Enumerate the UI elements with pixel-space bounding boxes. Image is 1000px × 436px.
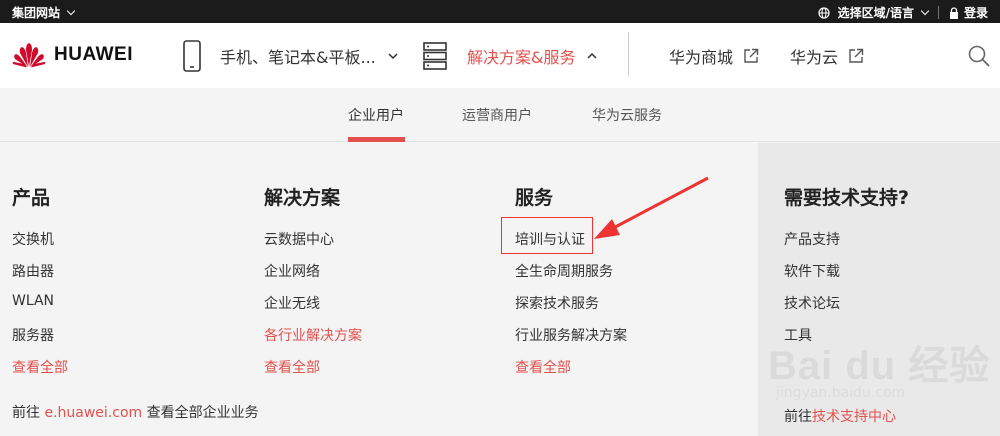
solutions-view-all-link[interactable]: 查看全部 — [264, 357, 320, 377]
highlight-box — [501, 217, 593, 254]
tab-enterprise[interactable]: 企业用户 — [348, 88, 404, 142]
watermark-text: Bai du 经验 — [768, 344, 991, 388]
server-icon — [423, 41, 447, 70]
nav-divider — [628, 32, 629, 76]
nav-mall-label: 华为商城 — [669, 47, 734, 67]
chevron-down-icon — [66, 6, 76, 15]
search-icon[interactable] — [968, 45, 990, 67]
nav-devices[interactable]: 手机、笔记本&平板... — [182, 23, 398, 88]
products-heading: 产品 — [12, 187, 51, 209]
e-huawei-link[interactable]: e.huawei.com — [44, 405, 142, 421]
baidu-jingyan-watermark: Bai du 经验 jingyan.baidu.com — [768, 333, 998, 433]
menu-link-industry-solutions[interactable]: 各行业解决方案 — [264, 325, 362, 345]
active-tab-indicator — [348, 137, 405, 142]
nav-solutions[interactable]: 解决方案&服务 — [423, 23, 598, 88]
services-view-all-link[interactable]: 查看全部 — [515, 357, 571, 377]
nav-mall[interactable]: 华为商城 — [669, 23, 759, 88]
group-site-selector[interactable]: 集团网站 — [12, 4, 76, 21]
menu-link-explore-tech-services[interactable]: 探索技术服务 — [515, 293, 599, 313]
menu-link-tech-forum[interactable]: 技术论坛 — [784, 293, 840, 313]
brand-name: HUAWEI — [54, 44, 133, 65]
menu-link-wlan[interactable]: WLAN — [12, 293, 54, 309]
nav-solutions-label: 解决方案&服务 — [467, 47, 576, 67]
menu-link-cloud-dc[interactable]: 云数据中心 — [264, 229, 334, 249]
footer-prefix: 前往 — [12, 405, 40, 421]
phone-icon — [182, 39, 202, 72]
nav-devices-label: 手机、笔记本&平板... — [220, 47, 376, 67]
chevron-down-icon — [388, 52, 398, 59]
annotation-arrow — [594, 176, 709, 239]
enterprise-footer-note: 前往 e.huawei.com 查看全部企业业务 — [12, 402, 259, 422]
nav-cloud-label: 华为云 — [790, 47, 839, 67]
login-link[interactable]: 登录 — [964, 4, 988, 21]
globe-icon — [817, 6, 830, 19]
footer-suffix: 查看全部企业业务 — [146, 405, 259, 421]
menu-link-software-download[interactable]: 软件下载 — [784, 261, 840, 281]
tab-carrier[interactable]: 运营商用户 — [462, 88, 532, 142]
menu-link-enterprise-network[interactable]: 企业网络 — [264, 261, 320, 281]
lock-icon — [949, 6, 959, 19]
support-heading: 需要技术支持? — [784, 187, 910, 209]
external-link-icon — [743, 48, 759, 64]
tab-huawei-cloud-services[interactable]: 华为云服务 — [592, 88, 662, 142]
products-view-all-link[interactable]: 查看全部 — [12, 357, 68, 377]
external-link-icon — [848, 48, 864, 64]
menu-link-server[interactable]: 服务器 — [12, 325, 54, 345]
nav-cloud[interactable]: 华为云 — [790, 23, 864, 88]
main-nav: HUAWEI 手机、笔记本&平板... 解决方案&服务 华为商城 华为云 — [0, 23, 1000, 88]
group-site-label: 集团网站 — [12, 6, 61, 20]
menu-link-switch[interactable]: 交换机 — [12, 229, 54, 249]
chevron-up-icon — [587, 52, 598, 59]
menu-link-industry-service-solutions[interactable]: 行业服务解决方案 — [515, 325, 627, 345]
audience-tabs: 企业用户 运营商用户 华为云服务 — [0, 88, 1000, 142]
huawei-flower-icon — [12, 43, 46, 68]
huawei-logo[interactable]: HUAWEI — [12, 42, 133, 68]
watermark-subtext: jingyan.baidu.com — [776, 385, 906, 401]
top-bar: 集团网站 选择区域/语言 登录 — [0, 0, 1000, 23]
region-language-selector[interactable]: 选择区域/语言 — [838, 4, 914, 21]
chevron-down-icon — [920, 6, 930, 15]
menu-link-router[interactable]: 路由器 — [12, 261, 54, 281]
services-heading: 服务 — [515, 187, 554, 209]
menu-link-enterprise-wireless[interactable]: 企业无线 — [264, 293, 320, 313]
menu-link-product-support[interactable]: 产品支持 — [784, 229, 840, 249]
divider — [937, 6, 939, 19]
solutions-heading: 解决方案 — [264, 187, 341, 209]
menu-link-lifecycle-services[interactable]: 全生命周期服务 — [515, 261, 613, 281]
